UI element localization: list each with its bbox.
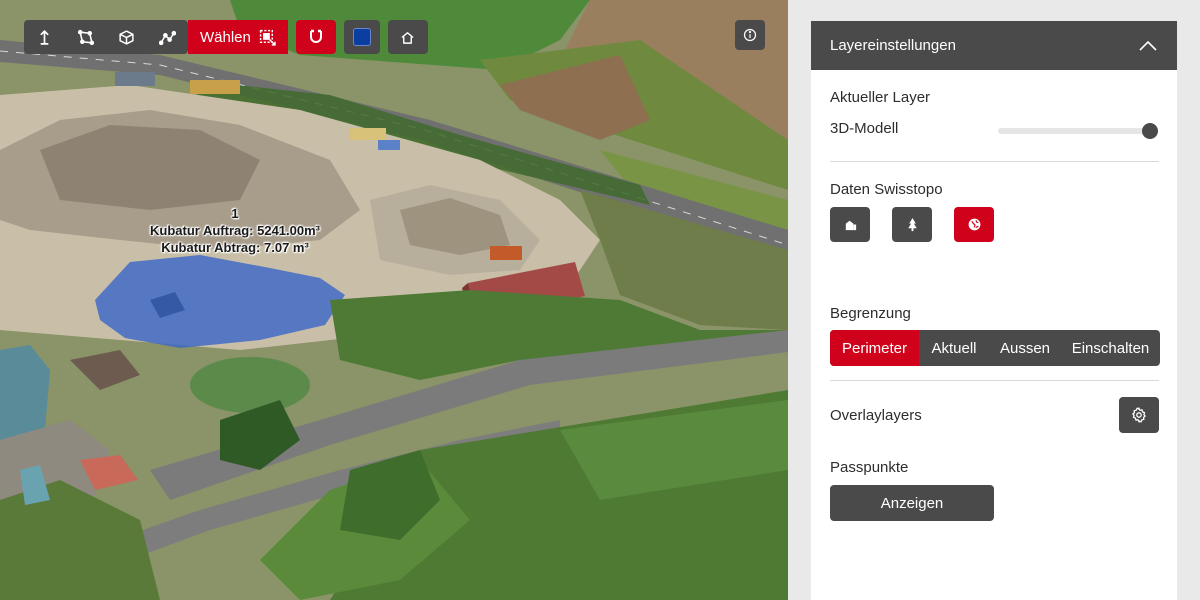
select-button-label: Wählen [200,28,251,46]
select-region-icon [259,29,276,46]
overlay-layers-title: Overlaylayers [830,407,922,424]
map-viewport[interactable]: Wählen 1 Kubatur Auftrag: 5241.00m³ Kuba… [0,0,788,600]
show-control-points-button[interactable]: Anzeigen [830,485,994,521]
overlay-settings-button[interactable] [1119,397,1159,433]
aerial-3d-model[interactable] [0,0,788,600]
panel-title: Layereinstellungen [830,37,956,54]
swisstopo-title: Daten Swisstopo [830,181,943,198]
boundary-option-enable[interactable]: Einschalten [1061,330,1160,366]
layer-settings-panel: Layereinstellungen Aktueller Layer 3D-Mo… [811,21,1177,600]
measure-tools-group [24,20,188,54]
control-points-title: Passpunkte [830,459,909,476]
panel-header[interactable]: Layereinstellungen [811,21,1177,70]
cut-volume-label: Kubatur Abtrag: 7.07 m³ [161,240,309,255]
color-picker-button[interactable] [343,20,380,54]
measurement-label: 1 Kubatur Auftrag: 5241.00m³ Kubatur Abt… [120,205,350,256]
info-button[interactable] [735,20,765,50]
vertical-measure-icon[interactable] [24,20,65,54]
boundary-title: Begrenzung [830,305,911,322]
polyline-path-icon[interactable] [147,20,188,54]
buildings-icon [845,220,856,231]
divider [830,380,1159,381]
measurement-id: 1 [231,206,239,221]
select-button[interactable]: Wählen [188,20,288,54]
chevron-up-icon[interactable] [1139,40,1157,52]
home-icon [401,31,414,44]
volume-cube-icon[interactable] [106,20,147,54]
tree-icon [907,217,917,232]
current-layer-title: Aktueller Layer [830,89,931,106]
swisstopo-buttons [830,207,994,242]
home-button[interactable] [387,20,428,54]
map-toolbar: Wählen [24,20,428,54]
snap-button[interactable] [295,20,336,54]
swisstopo-buildings-button[interactable] [830,207,870,242]
panel-body: Aktueller Layer 3D-Modell Daten Swisstop… [811,70,1177,600]
layer-opacity-slider[interactable] [998,123,1158,139]
fill-volume-label: Kubatur Auftrag: 5241.00m³ [150,223,320,238]
magnet-icon [309,29,322,43]
boundary-option-outside[interactable]: Aussen [989,330,1061,366]
current-layer-name: 3D-Modell [830,120,899,137]
divider [830,161,1159,162]
boundary-segmented-control: Perimeter Aktuell Aussen Einschalten [830,330,1160,366]
gear-icon [1131,407,1146,423]
swisstopo-trees-button[interactable] [892,207,932,242]
color-swatch [352,28,371,46]
boundary-option-current[interactable]: Aktuell [919,330,989,366]
polygon-area-icon[interactable] [65,20,106,54]
swisstopo-terrain-button[interactable] [954,207,994,242]
slider-thumb[interactable] [1142,123,1158,139]
info-icon [743,28,757,42]
globe-icon [968,218,980,231]
boundary-option-perimeter[interactable]: Perimeter [830,330,919,366]
